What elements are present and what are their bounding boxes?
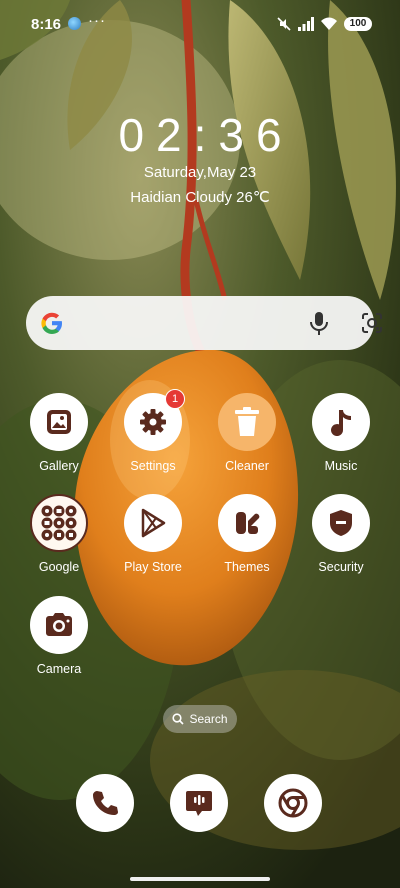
- app-settings[interactable]: 1 Settings: [105, 389, 201, 483]
- app-label: Themes: [224, 560, 270, 574]
- clock-time[interactable]: 02:36: [0, 108, 400, 162]
- lens-icon[interactable]: [360, 311, 384, 335]
- signal-icon: [298, 17, 314, 31]
- weather-info[interactable]: Haidian Cloudy 26℃: [0, 188, 400, 206]
- app-label: Music: [324, 459, 358, 473]
- play-store-icon: [124, 494, 182, 552]
- shield-icon: [312, 494, 370, 552]
- gear-icon: 1: [124, 389, 185, 451]
- trash-icon: [218, 393, 276, 451]
- status-bar: 8:16 ··· 100: [0, 0, 400, 48]
- app-label: Play Store: [124, 560, 182, 574]
- app-security[interactable]: Security: [293, 494, 389, 584]
- app-label: Settings: [130, 459, 176, 473]
- gallery-icon: [30, 393, 88, 451]
- wifi-icon: [321, 17, 337, 30]
- app-music[interactable]: Music: [293, 393, 389, 483]
- app-cleaner[interactable]: Cleaner: [199, 393, 295, 483]
- search-icon: [172, 713, 185, 725]
- music-note-icon: [312, 393, 370, 451]
- battery-icon: 100: [344, 17, 372, 31]
- chrome-icon: [278, 788, 308, 818]
- globe-icon: [68, 17, 81, 30]
- app-label: Security: [318, 560, 364, 574]
- status-time: 8:16: [31, 16, 62, 33]
- clock-date[interactable]: Saturday,May 23: [0, 164, 400, 181]
- google-search-bar[interactable]: [26, 296, 382, 350]
- app-label: Gallery: [39, 459, 79, 473]
- app-label: Cleaner: [225, 459, 269, 473]
- google-logo-icon: [41, 312, 62, 334]
- dock-phone[interactable]: [76, 774, 134, 832]
- app-play-store[interactable]: Play Store: [105, 494, 201, 584]
- dock-chrome[interactable]: [264, 774, 322, 832]
- app-gallery[interactable]: Gallery: [11, 393, 107, 483]
- app-label: Camera: [36, 662, 82, 676]
- message-icon: [186, 791, 212, 816]
- notification-badge: 1: [165, 389, 185, 409]
- status-icons: 100: [277, 16, 372, 32]
- app-camera[interactable]: Camera: [11, 596, 107, 686]
- more-notifications-icon: ···: [88, 12, 106, 29]
- home-gesture-bar[interactable]: [130, 877, 270, 881]
- google-folder-icon: [30, 494, 88, 552]
- search-label: Search: [189, 712, 228, 726]
- app-themes[interactable]: Themes: [199, 494, 295, 584]
- dock-messages[interactable]: [170, 774, 228, 832]
- phone-icon: [93, 791, 118, 815]
- mute-icon: [277, 17, 291, 31]
- themes-icon: [218, 494, 276, 552]
- app-search-button[interactable]: Search: [163, 705, 237, 733]
- app-label: Google: [38, 560, 80, 574]
- microphone-icon[interactable]: [308, 310, 330, 336]
- camera-icon: [30, 596, 88, 654]
- app-google-folder[interactable]: Google: [11, 494, 107, 584]
